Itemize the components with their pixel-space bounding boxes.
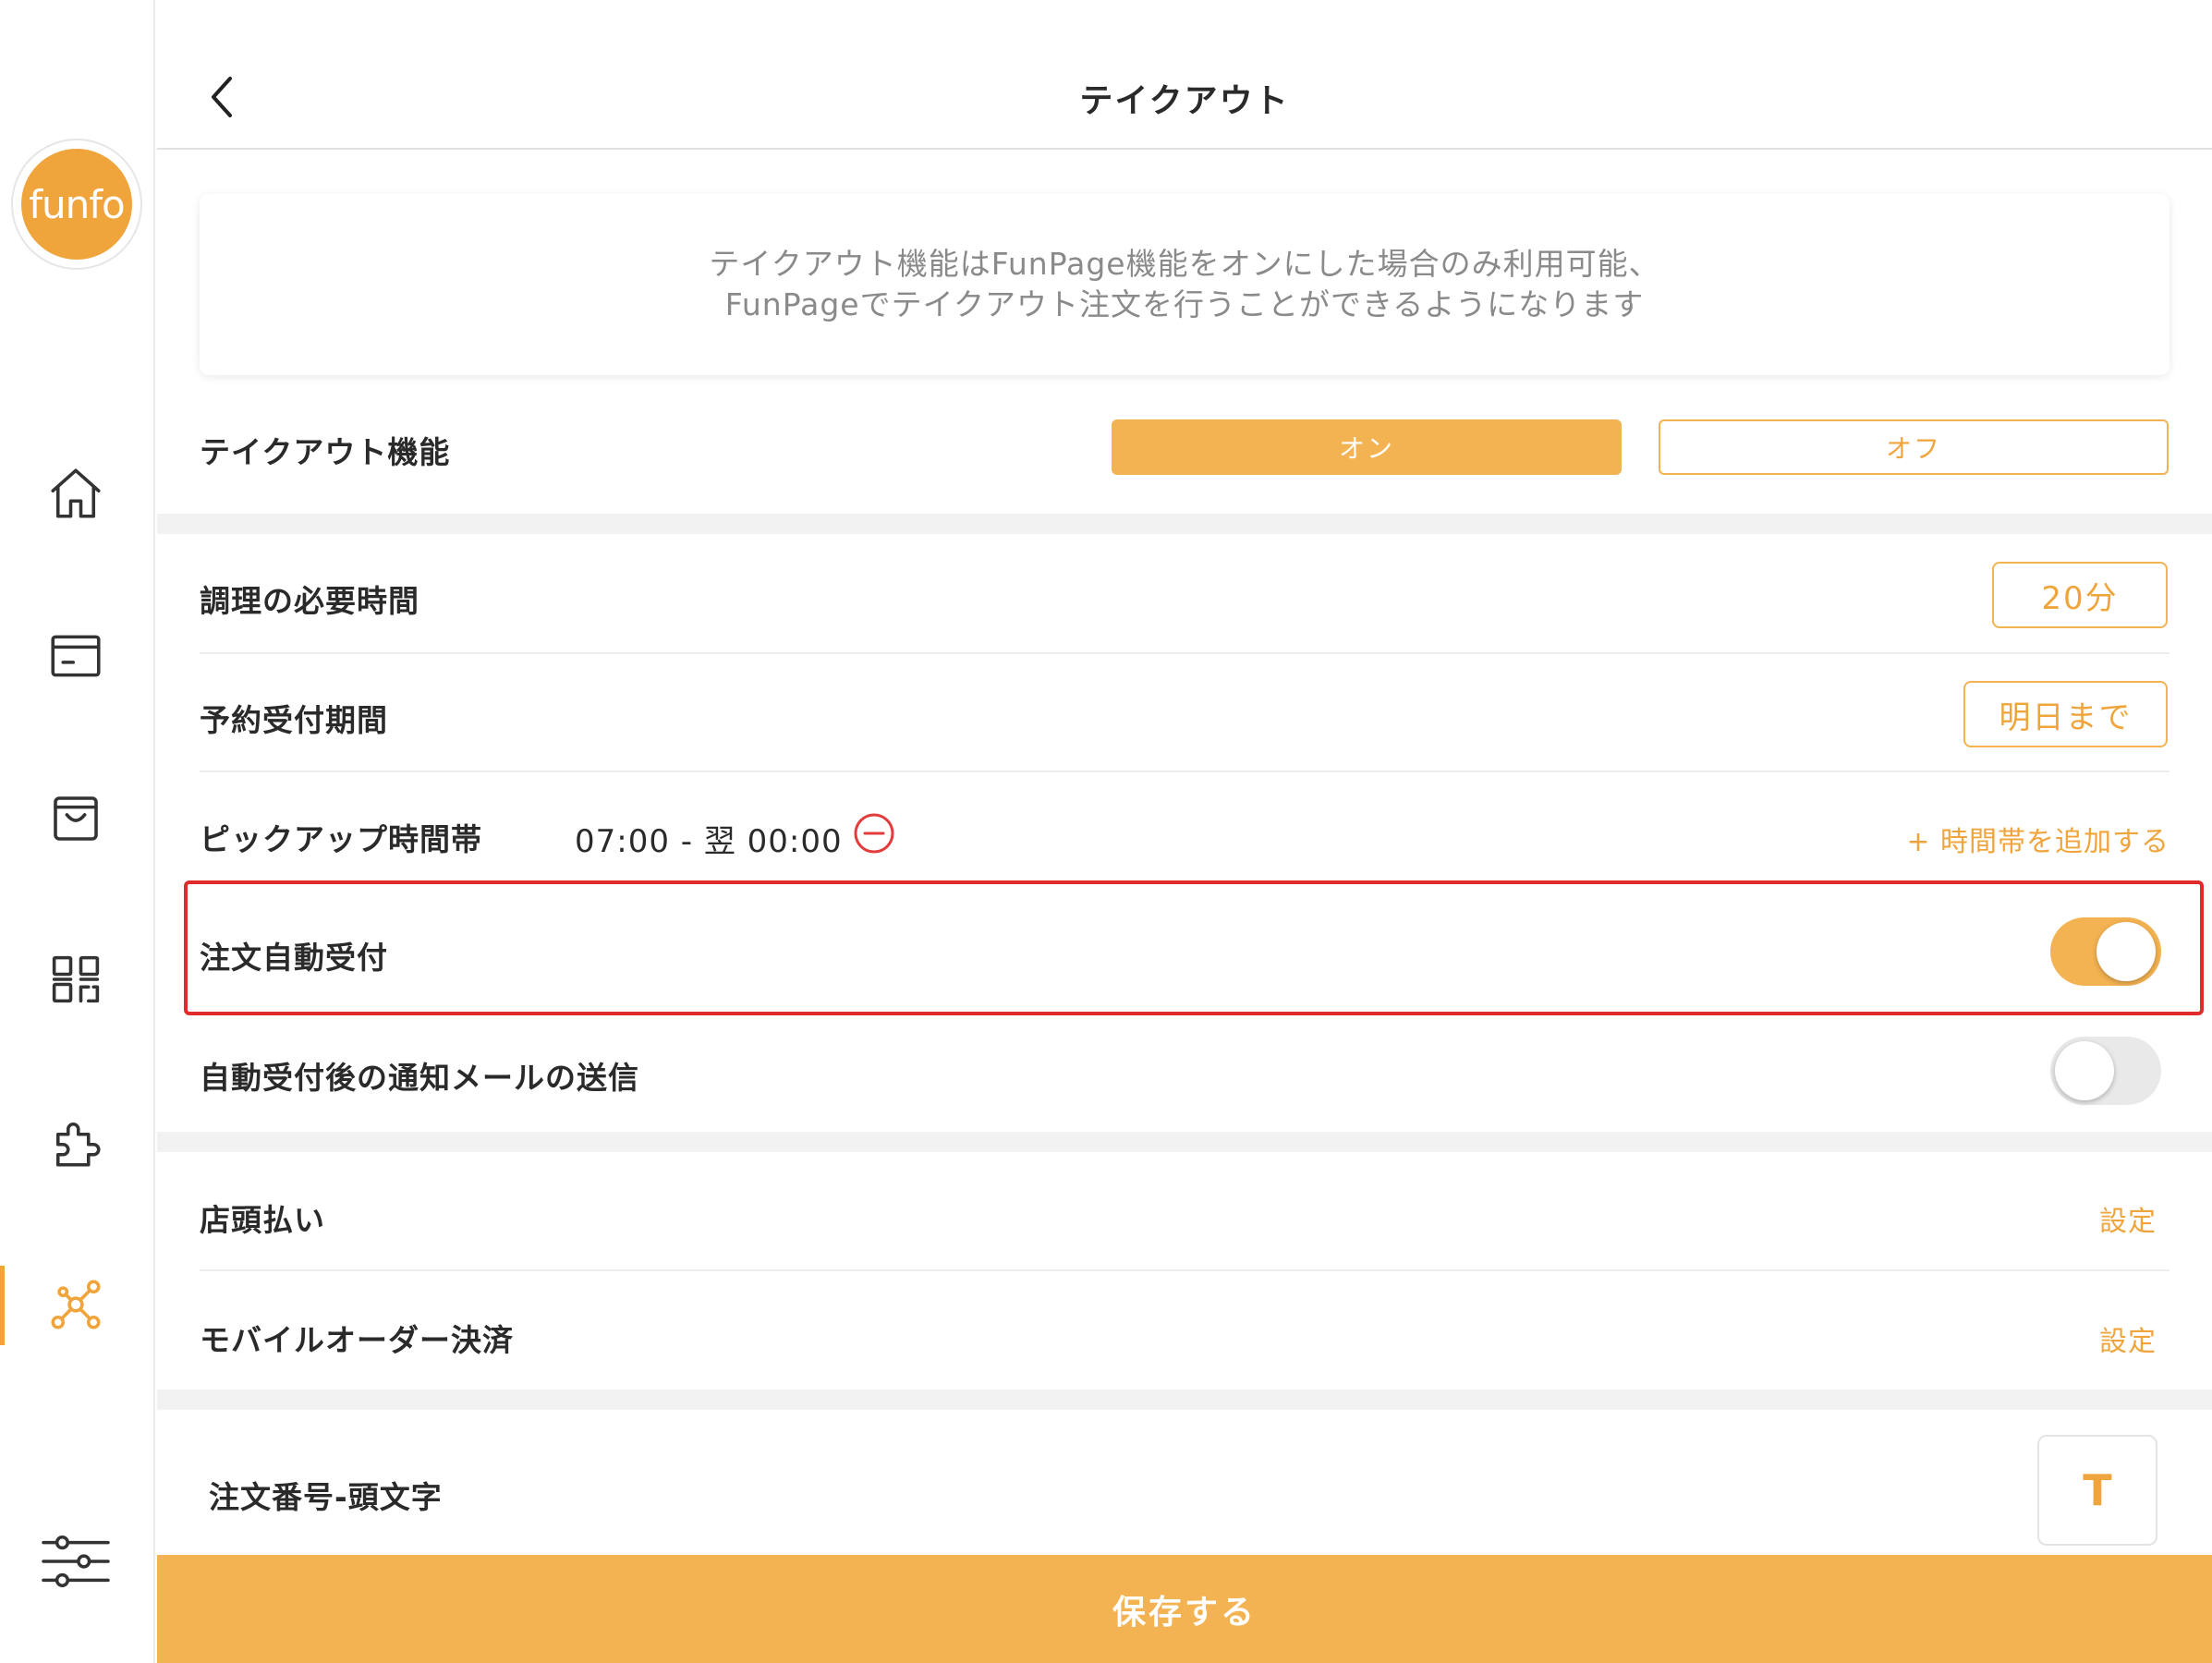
divider <box>200 771 2169 772</box>
qr-code-icon[interactable] <box>41 944 111 1014</box>
takeout-off-button[interactable]: オフ <box>1659 419 2169 475</box>
pickup-time-range[interactable]: 07:00 - 翌 00:00 <box>575 816 843 861</box>
funfo-logo[interactable]: funfo <box>21 149 132 260</box>
card-icon[interactable] <box>41 621 111 691</box>
pickup-time-label: ピックアップ時間帯 <box>200 821 482 857</box>
active-indicator <box>0 1266 5 1345</box>
pay-at-store-settings-link[interactable]: 設定 <box>2099 1198 2157 1239</box>
sidebar: funfo <box>0 0 155 1663</box>
auto-mail-label: 自動受付後の通知メールの送信 <box>200 1060 639 1096</box>
cooking-time-label: 調理の必要時間 <box>200 583 419 619</box>
toggle-knob <box>2055 1041 2114 1100</box>
highlight-box <box>184 880 2204 1015</box>
takeout-on-button[interactable]: オン <box>1112 419 1622 475</box>
reservation-period-select[interactable]: 明日まで <box>1963 681 2168 747</box>
add-time-slot-link[interactable]: + 時間帯を追加する <box>1906 819 2169 859</box>
pay-at-store-label: 店頭払い <box>200 1202 325 1238</box>
section-separator <box>157 1390 2212 1410</box>
header: テイクアウト <box>157 0 2212 150</box>
order-prefix-label: 注文番号-頭文字 <box>209 1479 443 1515</box>
home-icon[interactable] <box>41 458 111 528</box>
toggle-knob <box>2097 922 2156 981</box>
mobile-payment-settings-link[interactable]: 設定 <box>2099 1318 2157 1359</box>
auto-accept-toggle[interactable] <box>2050 917 2161 986</box>
info-line-2: FunPageでテイクアウト注文を行うことができるようになります <box>724 286 1645 322</box>
divider <box>200 652 2169 654</box>
page-title: テイクアウト <box>1079 82 1290 120</box>
reservation-period-label: 予約受付期間 <box>200 702 388 738</box>
remove-circle-icon[interactable] <box>852 811 896 856</box>
mobile-payment-label: モバイルオーダー決済 <box>200 1322 514 1358</box>
section-separator <box>157 514 2212 534</box>
info-card: テイクアウト機能はFunPage機能をオンにした場合のみ利用可能、 FunPag… <box>200 194 2169 375</box>
save-button[interactable]: 保存する <box>157 1555 2212 1663</box>
auto-mail-toggle[interactable] <box>2050 1037 2161 1105</box>
auto-accept-label: 注文自動受付 <box>200 940 388 976</box>
puzzle-icon[interactable] <box>41 1107 111 1177</box>
sliders-icon[interactable] <box>35 1526 116 1596</box>
info-line-1: テイクアウト機能はFunPage機能をオンにした場合のみ利用可能、 <box>709 246 1660 282</box>
divider <box>200 1269 2169 1271</box>
shopping-bag-icon[interactable] <box>41 783 111 854</box>
section-separator <box>157 1132 2212 1152</box>
cooking-time-select[interactable]: 20分 <box>1992 562 2168 628</box>
network-icon[interactable] <box>41 1269 111 1340</box>
takeout-feature-label: テイクアウト機能 <box>200 434 451 470</box>
order-prefix-input[interactable]: T <box>2037 1435 2157 1546</box>
